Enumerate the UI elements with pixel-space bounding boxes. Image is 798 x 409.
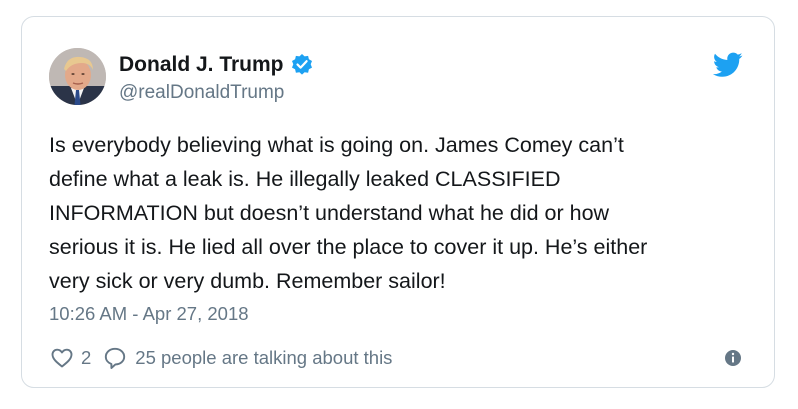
verified-badge-icon [290, 53, 314, 77]
profile-photo-icon [49, 48, 106, 105]
tweet-timestamp[interactable]: 10:26 AM - Apr 27, 2018 [49, 303, 249, 325]
heart-icon[interactable] [50, 346, 74, 370]
tweet-card[interactable]: Donald J. Trump @realDonaldTrump Is ever… [21, 16, 775, 388]
avatar[interactable] [49, 48, 106, 105]
tweet-actions: 2 25 people are talking about this [50, 345, 392, 371]
author-handle[interactable]: @realDonaldTrump [119, 82, 284, 104]
talking-about-link[interactable]: 25 people are talking about this [135, 347, 392, 369]
author-row[interactable]: Donald J. Trump [119, 53, 314, 77]
reply-bubble-icon[interactable] [103, 346, 127, 370]
tweet-text: Is everybody believing what is going on.… [49, 133, 648, 293]
twitter-bird-icon[interactable] [712, 52, 743, 78]
like-count[interactable]: 2 [81, 347, 91, 369]
author-name[interactable]: Donald J. Trump [119, 53, 284, 77]
info-icon[interactable] [723, 348, 743, 368]
